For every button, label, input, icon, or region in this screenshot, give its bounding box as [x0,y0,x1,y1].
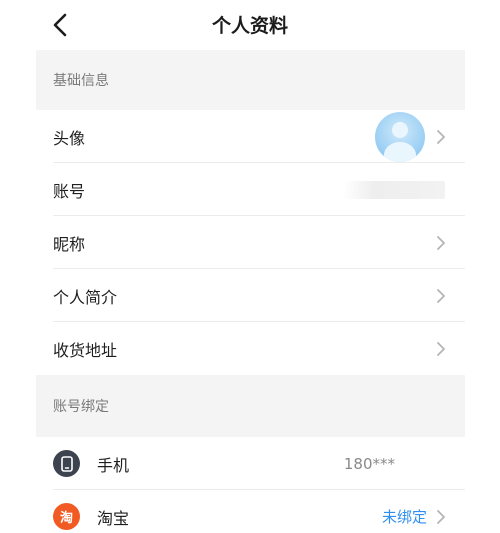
avatar-head [392,121,408,138]
phone-value: 180*** [343,454,395,473]
taobao-label: 淘宝 [97,508,130,528]
nickname-row[interactable]: 昵称 [36,216,465,269]
avatar-row[interactable]: 头像 [36,110,465,163]
bio-label: 个人简介 [53,287,118,307]
phone-row[interactable]: 手机 180*** [36,437,465,490]
bio-row[interactable]: 个人简介 [36,269,465,322]
chevron-right-icon [437,341,445,356]
nickname-label: 昵称 [53,234,86,254]
avatar-label: 头像 [53,128,86,148]
section-header-basic: 基础信息 [36,50,465,110]
taobao-icon: 淘 [53,503,80,530]
chevron-right-icon [437,235,445,250]
top-bar: 个人资料 [0,0,500,50]
address-row[interactable]: 收货地址 [36,322,465,375]
chevron-right-icon [437,129,445,144]
phone-label: 手机 [97,455,130,475]
account-row: 账号 [36,163,465,216]
address-label: 收货地址 [53,340,118,360]
avatar-shoulders [384,141,416,162]
profile-content: 基础信息 头像 账号 昵称 个人简介 收货地址 账号绑定 手机 180*** 淘… [36,50,465,533]
avatar[interactable] [375,111,425,162]
taobao-row[interactable]: 淘 淘宝 未绑定 [36,490,465,533]
phone-icon [53,450,80,477]
chevron-right-icon [437,509,445,524]
chevron-right-icon [437,288,445,303]
account-label: 账号 [53,181,86,201]
taobao-bind-status[interactable]: 未绑定 [382,506,427,527]
page-title: 个人资料 [211,15,288,37]
section-header-binding: 账号绑定 [36,375,465,437]
redacted-account-value [343,180,445,199]
